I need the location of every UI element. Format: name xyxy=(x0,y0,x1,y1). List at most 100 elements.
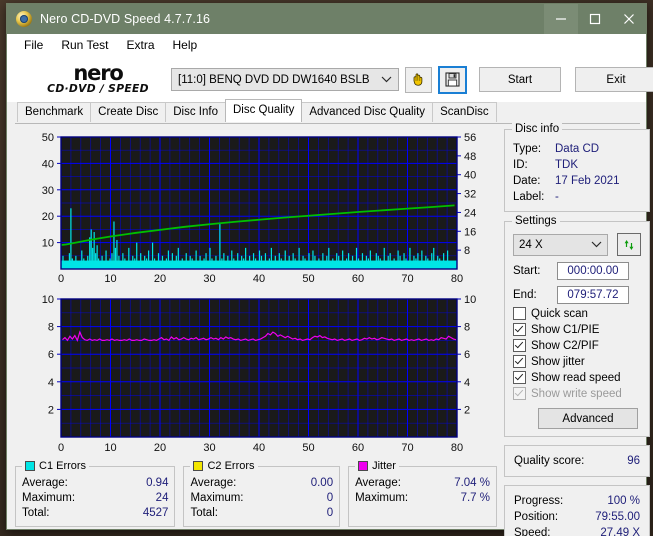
position-row: Position: 79:55.00 xyxy=(514,509,640,525)
disc-type-value: Data CD xyxy=(555,143,600,155)
jitter-maximum-label: Maximum: xyxy=(355,492,409,504)
window-title: Nero CD-DVD Speed 4.7.7.16 xyxy=(40,12,211,26)
title-bar: Nero CD-DVD Speed 4.7.7.16 xyxy=(7,4,646,34)
disc-info-group: Disc info Type: Data CD ID: TDK Date: 17… xyxy=(504,123,650,212)
checkbox-show-jitter[interactable]: Show jitter xyxy=(513,355,641,368)
advanced-button[interactable]: Advanced xyxy=(538,408,638,429)
drive-select-value: [11:0] BENQ DVD DD DW1640 BSLB xyxy=(178,73,370,86)
svg-text:30: 30 xyxy=(203,273,215,285)
quality-score-label: Quality score: xyxy=(514,455,585,467)
charts-column: 10 20 30 40 50 8 16 24 32 40 48 56 0 10 20 30 40 50 60 70 80… xyxy=(15,124,497,527)
desktop-background: Nero CD-DVD Speed 4.7.7.16 File Run Test… xyxy=(0,0,653,536)
info-column: Disc info Type: Data CD ID: TDK Date: 17… xyxy=(504,123,650,536)
menu-help[interactable]: Help xyxy=(164,36,207,54)
close-icon[interactable] xyxy=(612,4,646,34)
svg-text:0: 0 xyxy=(58,273,64,285)
jitter-legend: Jitter xyxy=(355,460,399,472)
chevron-down-icon xyxy=(381,74,392,86)
svg-text:40: 40 xyxy=(253,273,265,285)
checkbox-label: Show jitter xyxy=(531,355,585,368)
svg-text:56: 56 xyxy=(464,132,476,144)
checkbox-quick-scan[interactable]: Quick scan xyxy=(513,307,641,320)
checkbox-show-write-speed: Show write speed xyxy=(513,387,641,400)
refresh-recycle-icon[interactable] xyxy=(617,233,641,256)
checkbox-show-c2-pif[interactable]: Show C2/PIF xyxy=(513,339,641,352)
tab-advanced-disc-quality[interactable]: Advanced Disc Quality xyxy=(301,102,434,122)
speed-select-value: 24 X xyxy=(519,238,543,251)
jitter-stats: Jitter Average: 7.04 % Maximum: 7.7 % xyxy=(348,460,497,527)
exit-button[interactable]: Exit xyxy=(575,67,653,92)
tab-disc-info[interactable]: Disc Info xyxy=(165,102,226,122)
minimize-icon[interactable] xyxy=(544,4,578,34)
speed-select[interactable]: 24 X xyxy=(513,233,608,256)
svg-text:40: 40 xyxy=(464,170,476,182)
eject-hand-icon[interactable] xyxy=(405,66,432,93)
position-value: 79:55.00 xyxy=(595,511,640,523)
svg-text:20: 20 xyxy=(154,442,166,454)
c2-maximum-label: Maximum: xyxy=(190,492,244,504)
settings-group: Settings 24 X Start: 000:00.00 End: 079:… xyxy=(504,215,650,437)
end-input[interactable]: 079:57.72 xyxy=(557,286,629,304)
maximize-icon[interactable] xyxy=(578,4,612,34)
speed-value: 27.49 X xyxy=(600,527,640,536)
checkbox-label: Show C2/PIF xyxy=(531,339,599,352)
nero-cd-dvd-speed-window: Nero CD-DVD Speed 4.7.7.16 File Run Test… xyxy=(6,3,653,536)
svg-text:70: 70 xyxy=(401,273,413,285)
svg-text:10: 10 xyxy=(104,442,116,454)
svg-text:6: 6 xyxy=(464,349,470,361)
jitter-average-label: Average: xyxy=(355,477,401,489)
c1-average-value: 0.94 xyxy=(146,477,169,489)
c1-errors-title: C1 Errors xyxy=(39,460,87,472)
tab-content-disc-quality: 10 20 30 40 50 8 16 24 32 40 48 56 0 10 20 30 40 50 60 70 80… xyxy=(7,122,650,536)
svg-text:30: 30 xyxy=(42,185,54,197)
menu-extra[interactable]: Extra xyxy=(117,36,163,54)
start-button[interactable]: Start xyxy=(479,67,561,92)
start-input[interactable]: 000:00.00 xyxy=(557,262,629,280)
drive-select[interactable]: [11:0] BENQ DVD DD DW1640 BSLB xyxy=(171,68,399,91)
checkbox-box xyxy=(513,323,526,336)
checkbox-label: Show read speed xyxy=(531,371,621,384)
tab-benchmark[interactable]: Benchmark xyxy=(17,102,92,122)
c2-maximum-row: Maximum: 0 xyxy=(190,491,333,506)
c1-errors-chart: 10 20 30 40 50 8 16 24 32 40 48 56 0 10 20 30 40 50 60 70 80 xyxy=(15,129,497,289)
menu-file[interactable]: File xyxy=(15,36,52,54)
progress-group: Progress: 100 % Position: 79:55.00 Speed… xyxy=(504,485,650,536)
statistics-row: C1 Errors Average: 0.94 Maximum: 24 Tota… xyxy=(15,460,497,527)
checkbox-box xyxy=(513,339,526,352)
svg-text:0: 0 xyxy=(58,442,64,454)
svg-text:4: 4 xyxy=(48,377,54,389)
svg-text:8: 8 xyxy=(464,245,470,257)
svg-text:40: 40 xyxy=(42,158,54,170)
quality-score-row: Quality score: 96 xyxy=(514,453,640,469)
svg-text:60: 60 xyxy=(352,273,364,285)
c2-color-swatch xyxy=(193,461,204,471)
window-controls xyxy=(544,4,646,34)
menu-run-test[interactable]: Run Test xyxy=(52,36,117,54)
end-field-row: End: 079:57.72 xyxy=(513,286,641,304)
chevron-down-icon xyxy=(591,239,602,251)
c2-errors-legend: C2 Errors xyxy=(190,460,258,472)
jitter-chart: 2 4 6 8 10 2 4 6 8 10 0 10 20 30 40 50 60 70 80 xyxy=(15,291,497,459)
c2-total-row: Total: 0 xyxy=(190,506,333,521)
progress-label: Progress: xyxy=(514,495,564,507)
c1-total-label: Total: xyxy=(22,507,50,519)
c1-average-label: Average: xyxy=(22,477,68,489)
jitter-maximum-row: Maximum: 7.7 % xyxy=(355,491,490,506)
tab-scandisc[interactable]: ScanDisc xyxy=(432,102,497,122)
c2-total-value: 0 xyxy=(326,507,334,519)
svg-text:80: 80 xyxy=(451,273,463,285)
tab-disc-quality[interactable]: Disc Quality xyxy=(225,99,303,122)
svg-text:24: 24 xyxy=(464,207,476,219)
checkbox-show-read-speed[interactable]: Show read speed xyxy=(513,371,641,384)
checkbox-label: Quick scan xyxy=(531,307,588,320)
checkbox-show-c1-pie[interactable]: Show C1/PIE xyxy=(513,323,641,336)
speed-label: Speed: xyxy=(514,527,551,536)
settings-title: Settings xyxy=(512,215,560,227)
jitter-title: Jitter xyxy=(372,460,396,472)
save-floppy-icon[interactable] xyxy=(438,65,467,94)
c2-total-label: Total: xyxy=(190,507,218,519)
svg-text:50: 50 xyxy=(302,273,314,285)
progress-value: 100 % xyxy=(607,495,640,507)
tab-create-disc[interactable]: Create Disc xyxy=(90,102,167,122)
svg-text:30: 30 xyxy=(203,442,215,454)
